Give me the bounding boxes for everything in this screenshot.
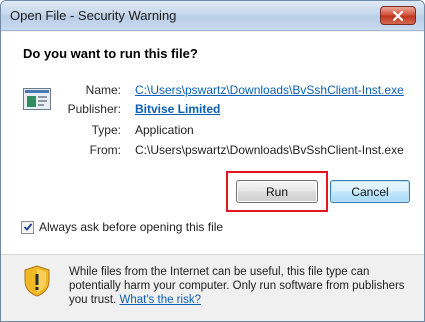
security-warning-dialog: Open File - Security Warning Do you want… (0, 0, 425, 322)
always-ask-label: Always ask before opening this file (39, 220, 224, 234)
checkmark-icon (23, 223, 32, 231)
warning-footer: While files from the Internet can be use… (1, 255, 424, 321)
close-icon (392, 10, 404, 21)
dialog-content: Do you want to run this file? Name: C:\U… (1, 32, 424, 254)
publisher-value-link[interactable]: Bitvise Limited (135, 102, 220, 116)
type-label: Type: (91, 123, 121, 137)
always-ask-row[interactable]: Always ask before opening this file (21, 220, 223, 234)
publisher-label: Publisher: (67, 102, 121, 116)
whats-the-risk-link[interactable]: What's the risk? (120, 294, 201, 306)
from-label: From: (89, 143, 121, 157)
application-file-icon (23, 88, 51, 110)
from-value: C:\Users\pswartz\Downloads\BvSshClient-I… (135, 143, 404, 157)
name-value-link[interactable]: C:\Users\pswartz\Downloads\BvSshClient-I… (135, 83, 404, 97)
close-button[interactable] (380, 6, 416, 25)
name-label: Name: (85, 83, 121, 97)
always-ask-checkbox[interactable] (21, 220, 34, 234)
warning-text: While files from the Internet can be use… (69, 265, 409, 307)
dialog-question: Do you want to run this file? (23, 46, 198, 61)
type-value: Application (135, 123, 194, 137)
cancel-button[interactable]: Cancel (330, 180, 410, 203)
window-title: Open File - Security Warning (10, 8, 177, 23)
security-shield-icon (24, 265, 50, 297)
title-bar[interactable]: Open File - Security Warning (1, 1, 424, 31)
run-button[interactable]: Run (236, 180, 318, 203)
